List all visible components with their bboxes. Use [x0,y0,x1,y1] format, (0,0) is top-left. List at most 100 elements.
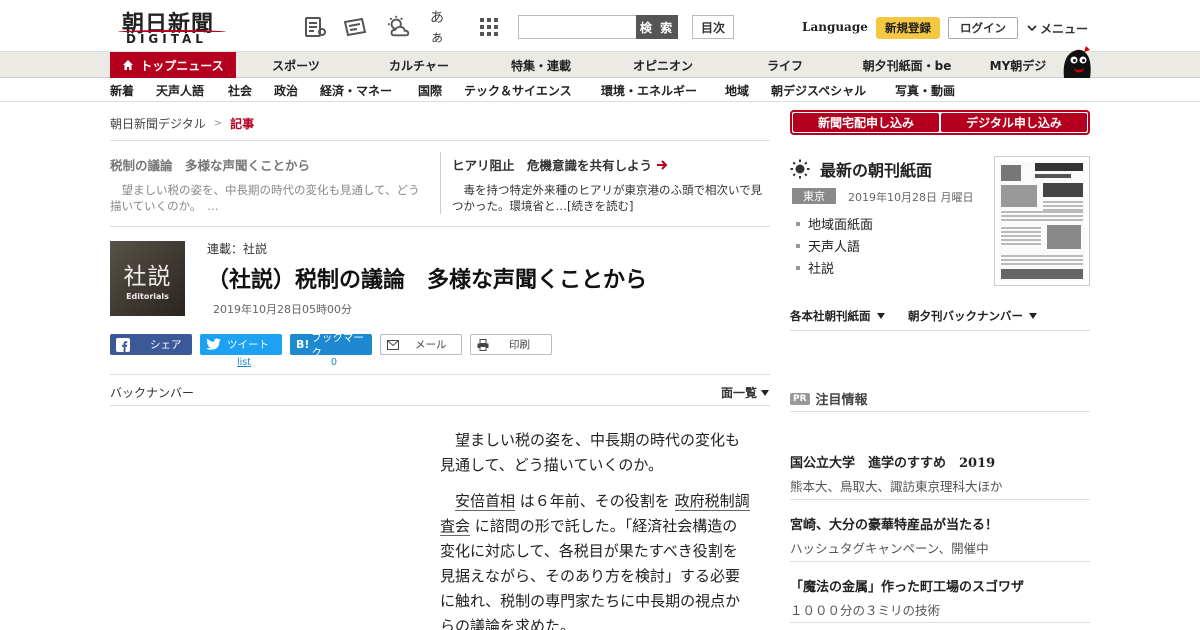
article-text: は６年前、その役割を [515,492,675,510]
search-input[interactable] [518,15,638,39]
menu-button[interactable]: メニュー [1026,20,1088,37]
nav-my-asahi[interactable]: MY朝デジ [980,52,1056,78]
twitter-share-button[interactable]: ツイート [200,334,282,355]
divider [440,152,441,214]
pr-item[interactable]: 「魔法の金属」作った町工場のスゴワザ １０００分の３ミリの技術 [790,576,1090,619]
subnav-environment[interactable]: 環境・エネルギー [601,78,697,102]
news-list-icon[interactable] [302,14,328,40]
subnav-economy[interactable]: 経済・マネー [320,78,392,102]
series-label[interactable]: 連載：社説 [207,240,267,257]
main-nav: トップニュース スポーツ カルチャー 特集・連載 オピニオン ライフ 朝夕刊紙面… [0,52,1200,78]
home-icon [122,59,134,71]
nav-top-news-label: トップニュース [140,58,224,73]
signup-button[interactable]: 新規登録 [876,17,940,39]
editorial-image-kanji: 社説 [123,263,172,290]
article-text: に諮問の形で託した。「経済社会構造の変化に対応して、各税目が果たすべき役割を見据… [440,517,741,630]
site-header: 朝日新聞 DIGITAL あぁ 検 索 目次 Language 新規登録 ログイ… [0,0,1200,52]
page-list-dropdown[interactable]: 面一覧 [721,384,770,401]
subnav-tech-science[interactable]: テック＆サイエンス [464,78,572,102]
subnav-politics[interactable]: 政治 [274,78,298,102]
pr-item[interactable]: 国公立大学 進学のすすめ 2019 熊本大、鳥取大、諏訪東京理科大ほか [790,452,1090,495]
mascot-character-icon[interactable] [1058,44,1094,80]
article-title: （社説）税制の議論 多様な声聞くことから [207,267,648,293]
print-button[interactable]: 印刷 [470,334,552,355]
pr-item-sub: 熊本大、鳥取大、諏訪東京理科大ほか [790,479,1003,494]
related-next-title-row: ヒアリ阻止 危機意識を共有しよう [452,155,772,174]
breadcrumb-separator: > [213,118,223,129]
region-badge[interactable]: 東京 [792,188,836,204]
nav-top-news[interactable]: トップニュース [110,52,236,78]
nav-culture[interactable]: カルチャー [369,52,469,78]
subnav-region[interactable]: 地域 [725,78,749,102]
language-link[interactable]: Language [802,20,868,34]
twitter-icon [206,338,221,351]
featured-info-label: 注目情報 [815,393,868,408]
latest-paper-title: 最新の朝刊紙面 [820,161,933,180]
subnav-tenseijingo[interactable]: 天声人語 [156,78,204,102]
login-button[interactable]: ログイン [948,17,1018,39]
bullet-icon [796,265,800,270]
newspaper-front-page-thumbnail[interactable] [994,156,1090,286]
nav-newspaper-be[interactable]: 朝夕刊紙面・be [850,52,964,78]
paper-link-label: 天声人語 [808,240,861,255]
nav-life[interactable]: ライフ [735,52,835,78]
subnav-photo-video[interactable]: 写真・動画 [895,78,955,102]
newspaper-delivery-button[interactable]: 新聞宅配申し込み [793,113,939,132]
pr-item[interactable]: 宮崎、大分の豪華特産品が当たる！ ハッシュタグキャンペーン、開催中 [790,514,1090,557]
article-paragraph: 望ましい税の姿を、中長期の時代の変化も見通して、どう描いていくのか。 [440,431,741,474]
related-article-next[interactable]: ヒアリ阻止 危機意識を共有しよう 毒を持つ特定外来種のヒアリが東京港のふ頭で相次… [452,155,772,214]
paper-link-editorial[interactable]: 社説 [796,258,834,277]
font-size-icon[interactable]: あぁ [430,10,456,46]
twitter-count-link[interactable]: list [203,357,285,368]
subnav-society[interactable]: 社会 [228,78,252,102]
regional-paper-dropdown[interactable]: 各本社朝刊紙面 [790,308,885,324]
facebook-share-button[interactable]: シェア [110,334,192,355]
article-date: 2019年10月28日05時00分 [213,303,352,316]
nav-sports[interactable]: スポーツ [246,52,346,78]
print-label: 印刷 [509,339,530,351]
nav-features[interactable]: 特集・連載 [491,52,591,78]
latest-paper-heading[interactable]: 最新の朝刊紙面 [790,157,932,181]
facebook-icon [116,337,130,352]
nav-opinion[interactable]: オピニオン [613,52,713,78]
facebook-share-label: シェア [150,339,182,351]
paper-date: 2019年10月28日 月曜日 [848,191,974,204]
paper-backnumber-dropdown[interactable]: 朝夕刊バックナンバー [908,308,1037,324]
divider [110,140,770,141]
mail-share-button[interactable]: メール [380,334,462,355]
apps-grid-icon[interactable] [476,14,502,40]
subnav-special[interactable]: 朝デジスペシャル [771,78,866,102]
paper-link-label: 地域面紙面 [808,218,874,233]
printer-icon [477,338,489,351]
breadcrumb-home[interactable]: 朝日新聞デジタル [110,115,206,132]
divider [110,405,770,406]
paper-link-tenseijingo[interactable]: 天声人語 [796,236,860,255]
subnav-latest[interactable]: 新着 [110,78,134,102]
regional-paper-label: 各本社朝刊紙面 [790,309,871,323]
link-abe[interactable]: 安倍首相 [455,492,516,511]
toc-button[interactable]: 目次 [692,15,734,39]
divider [790,411,1090,412]
weather-icon[interactable] [386,14,412,40]
related-article-prev[interactable]: 税制の議論 多様な声聞くことから 望ましい税の姿を、中長期の時代の変化も見通して… [110,155,430,214]
mail-icon [387,339,399,350]
bullet-icon [796,221,800,226]
article-paragraph: 安倍首相 は６年前、その役割を 政府税制調査会 に諮問の形で託した。「経済社会構… [440,489,750,630]
hatena-bookmark-button[interactable]: B! ブックマーク [290,332,372,359]
newspaper-front-page-icon [999,161,1085,281]
subscription-buttons: 新聞宅配申し込み デジタル申し込み [790,110,1090,135]
divider [110,374,770,375]
twitter-share-label: ツイート [227,339,269,351]
related-prev-title: 税制の議論 多様な声聞くことから [110,158,311,173]
ticket-icon[interactable] [342,14,368,40]
breadcrumb-current: 記事 [230,117,255,131]
divider [790,561,1090,562]
search-button[interactable]: 検 索 [636,15,678,39]
pr-item-title: 宮崎、大分の豪華特産品が当たる！ [790,518,999,533]
digital-signup-button[interactable]: デジタル申し込み [941,113,1087,132]
paper-link-regional[interactable]: 地域面紙面 [796,214,873,233]
logo-sub-text: DIGITAL [126,32,207,46]
asahi-digital-logo[interactable]: 朝日新聞 DIGITAL [114,6,230,48]
subnav-international[interactable]: 国際 [418,78,442,102]
hatena-count[interactable]: 0 [293,357,375,368]
